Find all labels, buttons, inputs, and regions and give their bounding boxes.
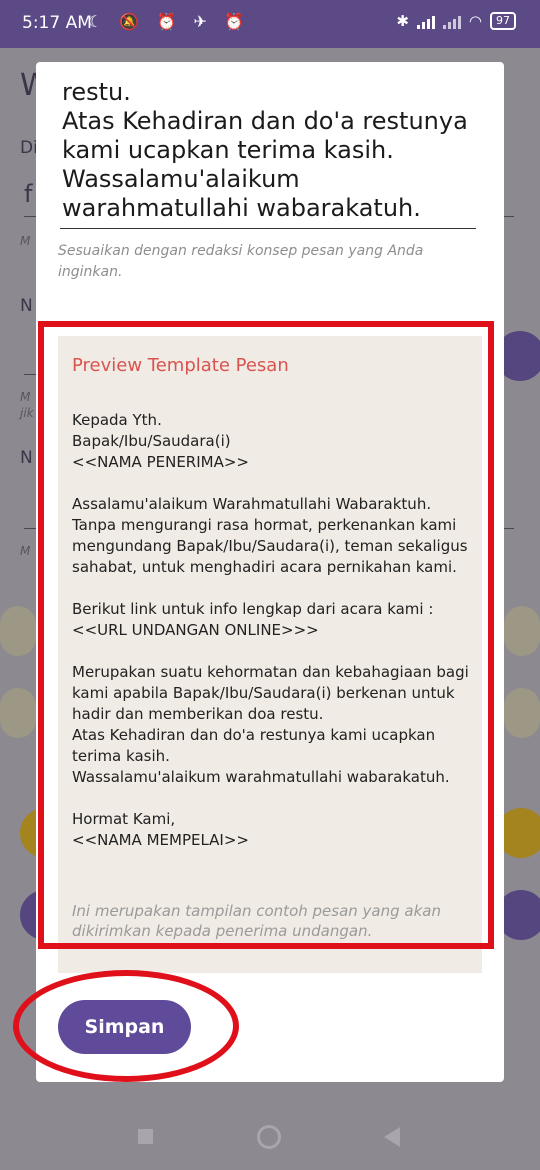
background-hint: M — [20, 234, 31, 248]
background-button — [0, 688, 36, 738]
wifi-icon: ◠ — [468, 12, 482, 30]
status-bar: 5:17 AM ☾ 🔕 ⏰ ✈ ⏰ ✱ ◠ 97 — [0, 0, 540, 48]
background-hint: M — [20, 390, 31, 404]
signal-2-icon — [442, 13, 461, 29]
bluetooth-icon: ✱ — [396, 12, 409, 30]
navigation-bar — [0, 1108, 540, 1170]
back-icon[interactable] — [384, 1127, 400, 1147]
message-helper-text: Sesuaikan dengan redaksi konsep pesan ya… — [58, 243, 424, 280]
background-field-value: f — [24, 180, 33, 208]
highlight-rectangle — [38, 321, 494, 949]
message-field-underline — [60, 228, 476, 229]
background-hint: M — [20, 544, 31, 558]
background-label: N — [20, 448, 33, 468]
highlight-ellipse — [13, 970, 239, 1082]
home-icon[interactable] — [257, 1125, 281, 1149]
signal-icon — [416, 13, 435, 29]
message-text-field[interactable]: restu. Atas Kehadiran dan do'a restunya … — [62, 78, 476, 223]
status-time: 5:17 AM — [22, 13, 92, 33]
notification-icons: ☾ 🔕 ⏰ ✈ ⏰ — [88, 12, 250, 31]
background-button — [504, 606, 540, 656]
background-label: N — [20, 296, 33, 316]
recents-icon[interactable] — [138, 1129, 153, 1144]
battery-icon: 97 — [490, 12, 516, 30]
background-button — [0, 606, 36, 656]
system-icons: ✱ ◠ 97 — [396, 12, 516, 30]
background-hint: jik — [20, 406, 34, 420]
background-button — [504, 688, 540, 738]
